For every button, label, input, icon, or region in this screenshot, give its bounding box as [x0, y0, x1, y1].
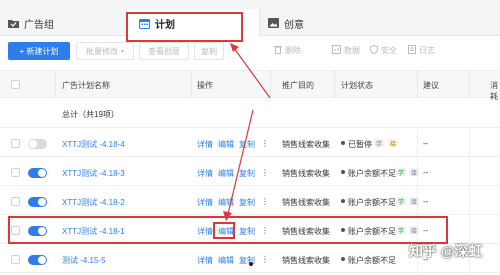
cursor-dot — [249, 262, 253, 266]
watermark: 知乎 @深虹 — [409, 243, 483, 259]
annotation-arrows — [223, 43, 271, 221]
